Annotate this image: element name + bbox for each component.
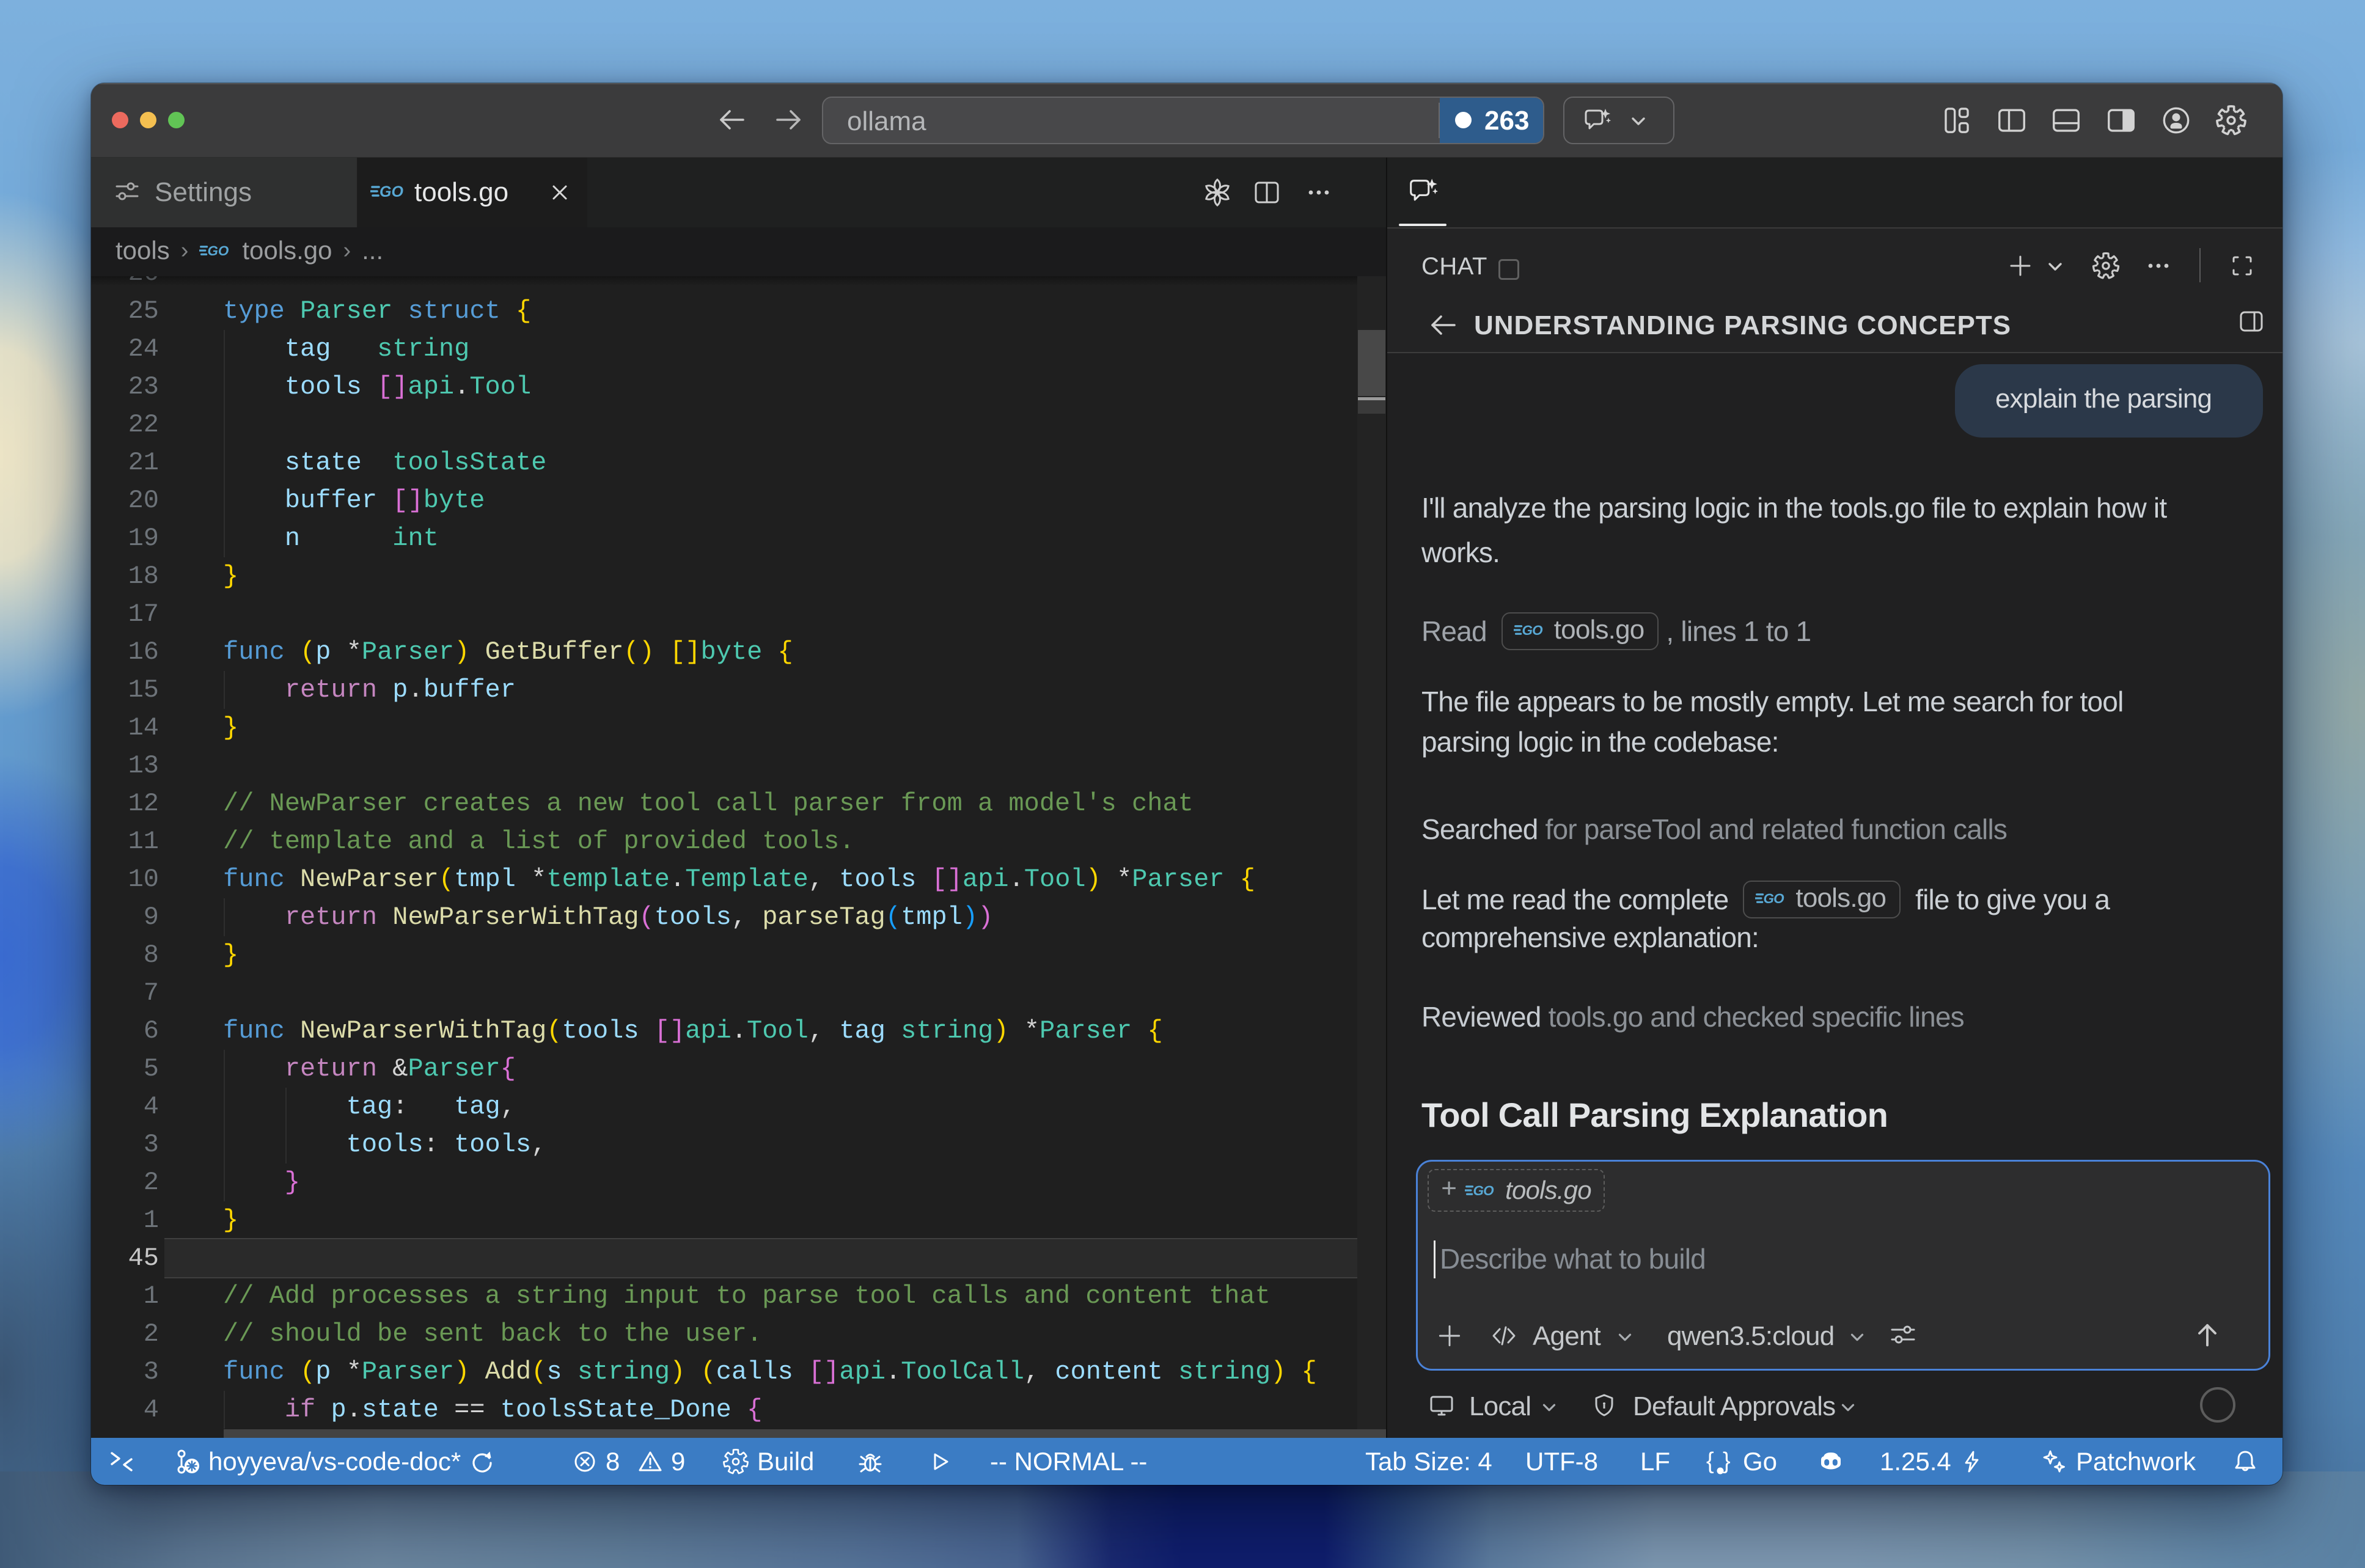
svg-text:GO: GO [1764,891,1785,906]
svg-text:}: } [1723,1448,1731,1474]
svg-text:GO: GO [208,243,229,258]
svg-text:{: { [1706,1448,1714,1474]
svg-text:GO: GO [380,183,403,200]
svg-text:GO: GO [1473,1183,1495,1198]
svg-text:GO: GO [1522,623,1543,638]
